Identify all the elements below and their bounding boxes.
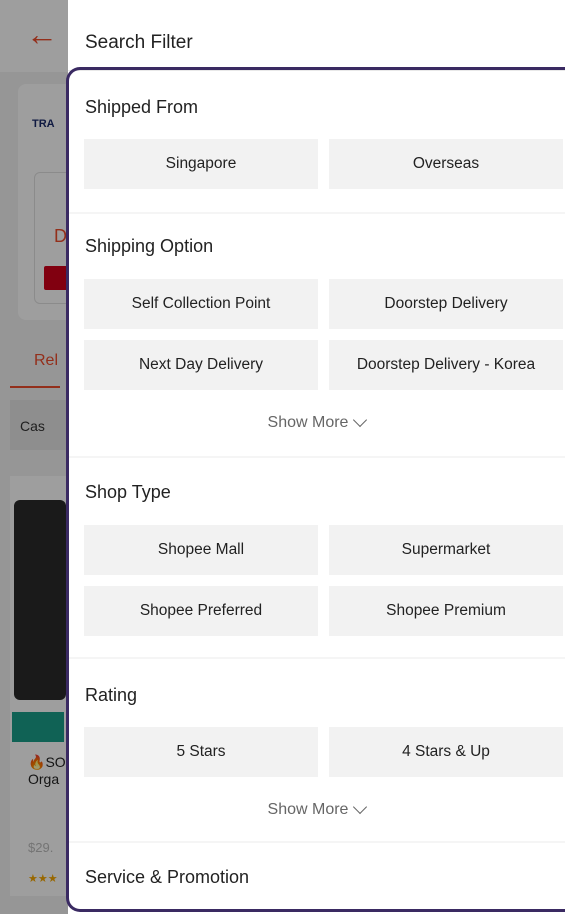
filter-header: Search Filter [68, 0, 565, 71]
filter-body: Shipped From Singapore Overseas Shipping… [68, 71, 565, 914]
option-doorstep-delivery[interactable]: Doorstep Delivery [329, 279, 563, 329]
option-shopee-premium[interactable]: Shopee Premium [329, 586, 563, 636]
show-more-button[interactable]: Show More [68, 408, 565, 438]
section-title: Service & Promotion [85, 867, 250, 887]
option-shopee-preferred[interactable]: Shopee Preferred [84, 586, 318, 636]
search-filter-panel: Search Filter Shipped From Singapore Ove… [66, 0, 565, 914]
show-more-label: Show More [267, 414, 349, 431]
option-4-stars-up[interactable]: 4 Stars & Up [329, 727, 563, 777]
option-self-collection-point[interactable]: Self Collection Point [84, 279, 318, 329]
section-title: Shipping Option [85, 236, 214, 256]
option-shopee-mall[interactable]: Shopee Mall [84, 525, 318, 575]
section-title: Shipped From [85, 97, 199, 117]
option-5-stars[interactable]: 5 Stars [84, 727, 318, 777]
show-more-button[interactable]: Show More [68, 795, 565, 825]
section-title: Shop Type [85, 482, 171, 502]
show-more-label: Show More [267, 801, 349, 818]
filter-title: Search Filter [85, 32, 193, 53]
section-shipped-from: Shipped From Singapore Overseas [68, 71, 565, 212]
option-doorstep-delivery-korea[interactable]: Doorstep Delivery - Korea [329, 340, 563, 390]
section-shipping-option: Shipping Option Self Collection Point Do… [68, 214, 565, 456]
section-shop-type: Shop Type Shopee Mall Supermarket Shopee… [68, 458, 565, 657]
section-title: Rating [85, 685, 138, 705]
option-next-day-delivery[interactable]: Next Day Delivery [84, 340, 318, 390]
option-supermarket[interactable]: Supermarket [329, 525, 563, 575]
option-singapore[interactable]: Singapore [84, 139, 318, 189]
chevron-down-icon [353, 412, 368, 427]
section-service-promotion: Service & Promotion [68, 843, 565, 914]
section-rating: Rating 5 Stars 4 Stars & Up Show More [68, 659, 565, 841]
chevron-down-icon [353, 799, 368, 814]
option-overseas[interactable]: Overseas [329, 139, 563, 189]
